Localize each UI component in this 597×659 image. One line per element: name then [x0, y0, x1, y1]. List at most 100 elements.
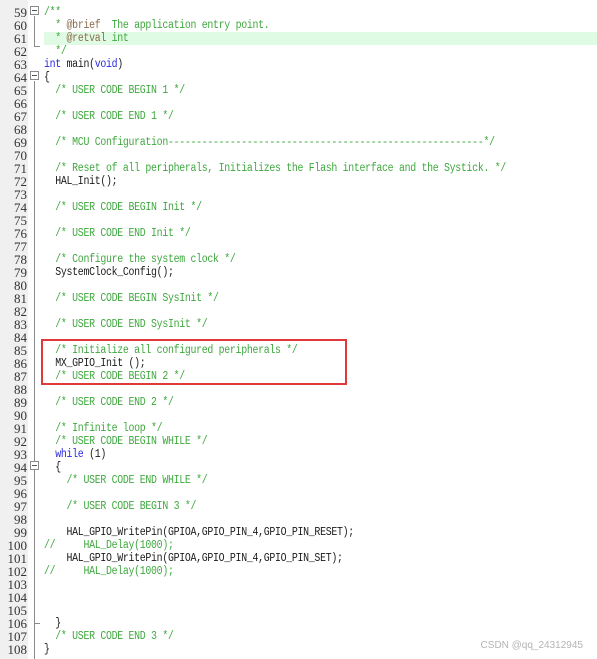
code-line[interactable]: 67 /* USER CODE END 1 */ [0, 110, 597, 123]
code-line[interactable]: 103 [0, 578, 597, 591]
code-token: main( [60, 58, 95, 71]
code-line[interactable]: 62 */ [0, 45, 597, 58]
comment-token: /* USER CODE BEGIN SysInit */ [44, 292, 219, 305]
code-text: /* USER CODE END SysInit */ [44, 318, 207, 331]
comment-token: /* MCU Configuration--------------------… [44, 136, 495, 149]
code-line[interactable]: 97 /* USER CODE BEGIN 3 */ [0, 500, 597, 513]
fold-end-marker [34, 623, 40, 624]
doc-tag-token: @retval [66, 32, 107, 45]
code-text: { [44, 71, 50, 84]
comment-token: /* Infinite loop */ [44, 422, 163, 435]
code-line[interactable]: 101 HAL_GPIO_WritePin(GPIOA,GPIO_PIN_4,G… [0, 552, 597, 565]
code-editor[interactable]: 59/** 60 * @brief The application entry p… [0, 0, 597, 659]
comment-token: /* USER CODE BEGIN Init */ [44, 201, 202, 214]
code-line[interactable]: 91 /* Infinite loop */ [0, 422, 597, 435]
fold-toggle-icon[interactable] [30, 461, 39, 470]
code-line[interactable]: 79 SystemClock_Config(); [0, 266, 597, 279]
code-line[interactable]: 99 HAL_GPIO_WritePin(GPIOA,GPIO_PIN_4,GP… [0, 526, 597, 539]
code-text: */ [44, 45, 67, 58]
code-token: (1) [83, 448, 107, 461]
code-text: SystemClock_Config(); [44, 266, 174, 279]
comment-token: /* USER CODE END SysInit */ [44, 318, 208, 331]
fold-guide-line [34, 81, 35, 659]
code-line[interactable]: 89 /* USER CODE END 2 */ [0, 396, 597, 409]
code-line[interactable]: 61 * @retval int [0, 32, 597, 45]
code-line[interactable]: 69 /* MCU Configuration-----------------… [0, 136, 597, 149]
code-line[interactable]: 74 /* USER CODE BEGIN Init */ [0, 201, 597, 214]
code-line[interactable]: 95 /* USER CODE END WHILE */ [0, 474, 597, 487]
code-line[interactable]: 64{ [0, 71, 597, 84]
code-line[interactable]: 78 /* Configure the system clock */ [0, 253, 597, 266]
code-text: /* USER CODE END WHILE */ [44, 474, 208, 487]
code-line[interactable]: 71 /* Reset of all peripherals, Initiali… [0, 162, 597, 175]
watermark: CSDN @qq_24312945 [480, 640, 583, 651]
code-line[interactable]: 92 /* USER CODE BEGIN WHILE */ [0, 435, 597, 448]
comment-token: /* USER CODE END 1 */ [44, 110, 174, 123]
line-number: 108 [7, 642, 28, 657]
fold-end-marker [34, 46, 40, 47]
code-text: while (1) [44, 448, 106, 461]
code-text: /* USER CODE BEGIN 1 */ [44, 84, 185, 97]
code-line[interactable]: 68 [0, 123, 597, 136]
code-line[interactable]: 81 /* USER CODE BEGIN SysInit */ [0, 292, 597, 305]
doc-tag-token: @brief [66, 19, 101, 32]
comment-token: /* USER CODE END WHILE */ [44, 474, 208, 487]
code-text: int main(void) [44, 58, 123, 71]
code-text: /* Reset of all peripherals, Initializes… [44, 162, 506, 175]
fold-toggle-icon[interactable] [30, 6, 39, 15]
code-line[interactable]: 94 { [0, 461, 597, 474]
comment-token: /* Reset of all peripherals, Initializes… [44, 162, 506, 175]
code-line[interactable]: 96 [0, 487, 597, 500]
code-line[interactable]: 73 [0, 188, 597, 201]
code-text: // HAL_Delay(1000); [44, 565, 174, 578]
code-line[interactable]: 77 [0, 240, 597, 253]
code-line[interactable]: 106 } [0, 617, 597, 630]
code-text: HAL_GPIO_WritePin(GPIOA,GPIO_PIN_4,GPIO_… [44, 552, 343, 565]
code-text: /* USER CODE BEGIN Init */ [44, 201, 202, 214]
comment-token: /* Configure the system clock */ [44, 253, 236, 266]
code-line[interactable]: 66 [0, 97, 597, 110]
code-text: // HAL_Delay(1000); [44, 539, 174, 552]
comment-token: */ [44, 45, 67, 58]
comment-token: /* USER CODE BEGIN 1 */ [44, 84, 185, 97]
code-text: /* USER CODE BEGIN SysInit */ [44, 292, 219, 305]
code-line[interactable]: 76 /* USER CODE END Init */ [0, 227, 597, 240]
code-line[interactable]: 80 [0, 279, 597, 292]
code-line[interactable]: 82 [0, 305, 597, 318]
code-line[interactable]: 83 /* USER CODE END SysInit */ [0, 318, 597, 331]
code-line[interactable]: 70 [0, 149, 597, 162]
code-text: HAL_Init(); [44, 175, 117, 188]
code-text: /** [44, 6, 61, 19]
code-token: HAL_Init(); [44, 175, 118, 188]
code-line[interactable]: 90 [0, 409, 597, 422]
code-text: /* USER CODE END 2 */ [44, 396, 174, 409]
code-line[interactable]: 100// HAL_Delay(1000); [0, 539, 597, 552]
code-line[interactable]: 59/** [0, 6, 597, 19]
code-token: SystemClock_Config(); [44, 266, 174, 279]
code-token: } [44, 617, 61, 630]
fold-toggle-icon[interactable] [30, 71, 39, 80]
code-line[interactable]: 93 while (1) [0, 448, 597, 461]
code-line[interactable]: 75 [0, 214, 597, 227]
code-line[interactable]: 105 [0, 604, 597, 617]
code-text: /* Configure the system clock */ [44, 253, 236, 266]
code-line[interactable]: 102// HAL_Delay(1000); [0, 565, 597, 578]
comment-token: // HAL_Delay(1000); [44, 565, 174, 578]
code-token: HAL_GPIO_WritePin(GPIOA,GPIO_PIN_4,GPIO_… [44, 526, 355, 539]
code-line[interactable]: 65 /* USER CODE BEGIN 1 */ [0, 84, 597, 97]
comment-token: // HAL_Delay(1000); [44, 539, 174, 552]
code-text: /* USER CODE BEGIN 3 */ [44, 500, 197, 513]
code-line[interactable]: 63 int main(void) [0, 58, 597, 71]
code-token: ) [117, 58, 123, 71]
comment-token: /* USER CODE END 3 */ [44, 630, 174, 643]
comment-token: /* USER CODE BEGIN WHILE */ [44, 435, 208, 448]
comment-token: int [105, 32, 129, 45]
code-text: } [44, 617, 61, 630]
comment-token: The application entry point. [100, 19, 270, 32]
code-line[interactable]: 104 [0, 591, 597, 604]
comment-token: /* USER CODE END 2 */ [44, 396, 174, 409]
code-line[interactable]: 60 * @brief The application entry point. [0, 19, 597, 32]
code-line[interactable]: 72 HAL_Init(); [0, 175, 597, 188]
code-text: /* USER CODE END 1 */ [44, 110, 174, 123]
code-line[interactable]: 98 [0, 513, 597, 526]
